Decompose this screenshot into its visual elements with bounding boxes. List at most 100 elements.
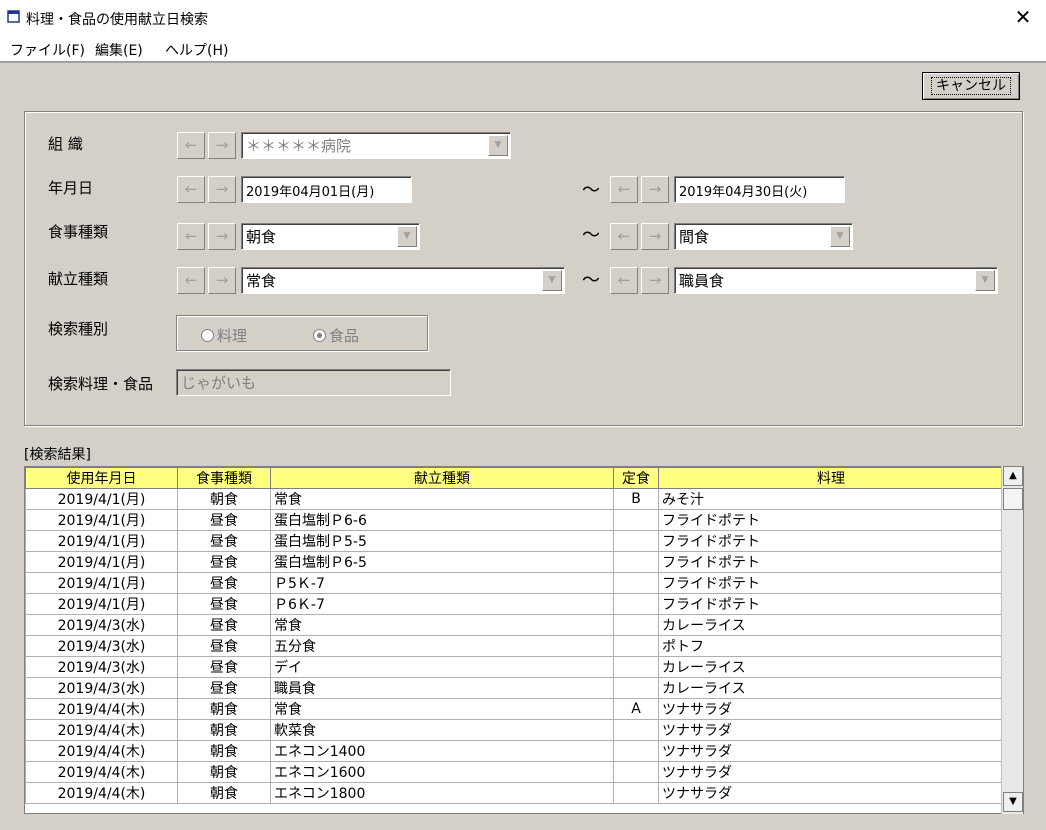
table-row[interactable]: 2019/4/3(水) 昼食 五分食 ポトフ — [25, 635, 1004, 657]
table-cell: 軟菜食 — [270, 719, 614, 741]
table-cell: 2019/4/4(木) — [25, 698, 178, 720]
org-next-button[interactable]: → — [208, 132, 236, 159]
table-cell — [613, 551, 659, 573]
date-from-next-button[interactable]: → — [208, 176, 236, 203]
table-cell: 朝食 — [177, 719, 271, 741]
table-cell: 蛋白塩制Ｐ6-6 — [270, 509, 614, 531]
search-item-field[interactable]: じゃがいも — [176, 369, 451, 396]
table-row[interactable]: 2019/4/1(月) 朝食 常食 B みそ汁 — [25, 488, 1004, 510]
table-row[interactable]: 2019/4/1(月) 昼食 蛋白塩制Ｐ5-5 フライドポテト — [25, 530, 1004, 552]
table-cell: エネコン1600 — [270, 761, 614, 783]
table-cell: 常食 — [270, 614, 614, 636]
table-cell: カレーライス — [658, 656, 1004, 678]
cancel-label: キャンセル — [931, 77, 1011, 95]
menu-bar: ファイル(F) 編集(E) ヘルプ(H) — [0, 36, 1046, 63]
radio-dish[interactable]: 料理 — [201, 325, 247, 346]
col-header-menu[interactable]: 献立種類 — [270, 467, 614, 489]
menu-edit[interactable]: 編集(E) — [95, 40, 143, 60]
date-to-field[interactable]: 2019年04月30日(火) — [674, 176, 845, 203]
table-cell: 昼食 — [177, 593, 271, 615]
search-type-label: 検索種別 — [48, 320, 109, 338]
cancel-button[interactable]: キャンセル — [922, 72, 1020, 100]
table-row[interactable]: 2019/4/1(月) 昼食 Ｐ6Ｋ-7 フライドポテト — [25, 593, 1004, 615]
menu-to-next-button[interactable]: → — [641, 267, 669, 294]
table-cell: ポトフ — [658, 635, 1004, 657]
table-cell: A — [613, 698, 659, 720]
table-cell: みそ汁 — [658, 488, 1004, 510]
table-cell: 2019/4/1(月) — [25, 572, 178, 594]
meal-to-prev-button[interactable]: ← — [610, 223, 638, 250]
menu-from-next-button[interactable]: → — [208, 267, 236, 294]
table-row[interactable]: 2019/4/4(木) 朝食 エネコン1600 ツナサラダ — [25, 761, 1004, 783]
table-cell: 昼食 — [177, 677, 271, 699]
table-row[interactable]: 2019/4/1(月) 昼食 Ｐ5Ｋ-7 フライドポテト — [25, 572, 1004, 594]
date-from-prev-button[interactable]: ← — [177, 176, 205, 203]
radio-dish-label: 料理 — [217, 327, 248, 345]
table-cell: 五分食 — [270, 635, 614, 657]
meal-range-separator: ～ — [582, 225, 600, 246]
table-cell — [613, 761, 659, 783]
menu-to-value: 職員食 — [679, 272, 725, 290]
table-cell: 2019/4/1(月) — [25, 593, 178, 615]
date-from-field[interactable]: 2019年04月01日(月) — [241, 176, 412, 203]
date-to-next-button[interactable]: → — [641, 176, 669, 203]
table-row[interactable]: 2019/4/4(木) 朝食 常食 A ツナサラダ — [25, 698, 1004, 720]
chevron-down-icon[interactable]: ▼ — [397, 226, 417, 247]
vertical-scrollbar[interactable]: ▲ ▼ — [1001, 466, 1023, 814]
results-grid[interactable]: 使用年月日 食事種類 献立種類 定食 料理 2019/4/1(月) 朝食 常食 B みそ… — [24, 466, 1024, 814]
table-row[interactable]: 2019/4/4(木) 朝食 エネコン1800 ツナサラダ — [25, 782, 1004, 804]
table-row[interactable]: 2019/4/3(水) 昼食 職員食 カレーライス — [25, 677, 1004, 699]
table-cell: 朝食 — [177, 740, 271, 762]
menu-help[interactable]: ヘルプ(H) — [165, 40, 228, 60]
title-bar: 料理・食品の使用献立日検索 ✕ — [0, 0, 1046, 37]
meal-from-select[interactable]: 朝食 ▼ — [241, 223, 420, 250]
table-cell: Ｐ6Ｋ-7 — [270, 593, 614, 615]
scroll-up-icon[interactable]: ▲ — [1003, 466, 1023, 486]
table-row[interactable]: 2019/4/3(水) 昼食 常食 カレーライス — [25, 614, 1004, 636]
meal-to-select[interactable]: 間食 ▼ — [674, 223, 853, 250]
table-row[interactable]: 2019/4/4(木) 朝食 軟菜食 ツナサラダ — [25, 719, 1004, 741]
menu-to-prev-button[interactable]: ← — [610, 267, 638, 294]
table-cell: 常食 — [270, 488, 614, 510]
org-select[interactable]: ＊＊＊＊＊病院 ▼ — [241, 132, 511, 159]
menu-from-prev-button[interactable]: ← — [177, 267, 205, 294]
chevron-down-icon[interactable]: ▼ — [975, 270, 995, 291]
menu-from-select[interactable]: 常食 ▼ — [241, 267, 565, 294]
results-table: 使用年月日 食事種類 献立種類 定食 料理 2019/4/1(月) 朝食 常食 B みそ… — [25, 467, 1004, 804]
table-row[interactable]: 2019/4/1(月) 昼食 蛋白塩制Ｐ6-5 フライドポテト — [25, 551, 1004, 573]
table-row[interactable]: 2019/4/3(水) 昼食 デイ カレーライス — [25, 656, 1004, 678]
meal-to-next-button[interactable]: → — [641, 223, 669, 250]
table-cell: 昼食 — [177, 572, 271, 594]
date-label: 年月日 — [48, 179, 94, 197]
menu-to-select[interactable]: 職員食 ▼ — [674, 267, 998, 294]
meal-from-next-button[interactable]: → — [208, 223, 236, 250]
table-cell: 昼食 — [177, 530, 271, 552]
results-header-row: 使用年月日 食事種類 献立種類 定食 料理 — [25, 467, 1004, 489]
table-cell: 2019/4/3(水) — [25, 656, 178, 678]
table-cell: 職員食 — [270, 677, 614, 699]
col-header-meal[interactable]: 食事種類 — [177, 467, 271, 489]
menu-file[interactable]: ファイル(F) — [10, 40, 85, 60]
scroll-down-icon[interactable]: ▼ — [1003, 792, 1023, 812]
table-cell: 蛋白塩制Ｐ5-5 — [270, 530, 614, 552]
radio-food[interactable]: 食品 — [313, 325, 359, 346]
table-row[interactable]: 2019/4/4(木) 朝食 エネコン1400 ツナサラダ — [25, 740, 1004, 762]
scroll-thumb[interactable] — [1003, 488, 1023, 510]
table-cell: デイ — [270, 656, 614, 678]
col-header-set[interactable]: 定食 — [613, 467, 659, 489]
chevron-down-icon[interactable]: ▼ — [488, 135, 508, 156]
date-to-prev-button[interactable]: ← — [610, 176, 638, 203]
meal-from-value: 朝食 — [246, 228, 277, 246]
chevron-down-icon[interactable]: ▼ — [542, 270, 562, 291]
close-icon[interactable]: ✕ — [1000, 0, 1046, 36]
col-header-date[interactable]: 使用年月日 — [25, 467, 178, 489]
table-row[interactable]: 2019/4/1(月) 昼食 蛋白塩制Ｐ6-6 フライドポテト — [25, 509, 1004, 531]
table-cell — [613, 530, 659, 552]
org-label: 組 織 — [48, 135, 83, 153]
col-header-dish[interactable]: 料理 — [658, 467, 1004, 489]
table-cell — [613, 677, 659, 699]
table-cell: 常食 — [270, 698, 614, 720]
org-prev-button[interactable]: ← — [177, 132, 205, 159]
meal-from-prev-button[interactable]: ← — [177, 223, 205, 250]
chevron-down-icon[interactable]: ▼ — [830, 226, 850, 247]
